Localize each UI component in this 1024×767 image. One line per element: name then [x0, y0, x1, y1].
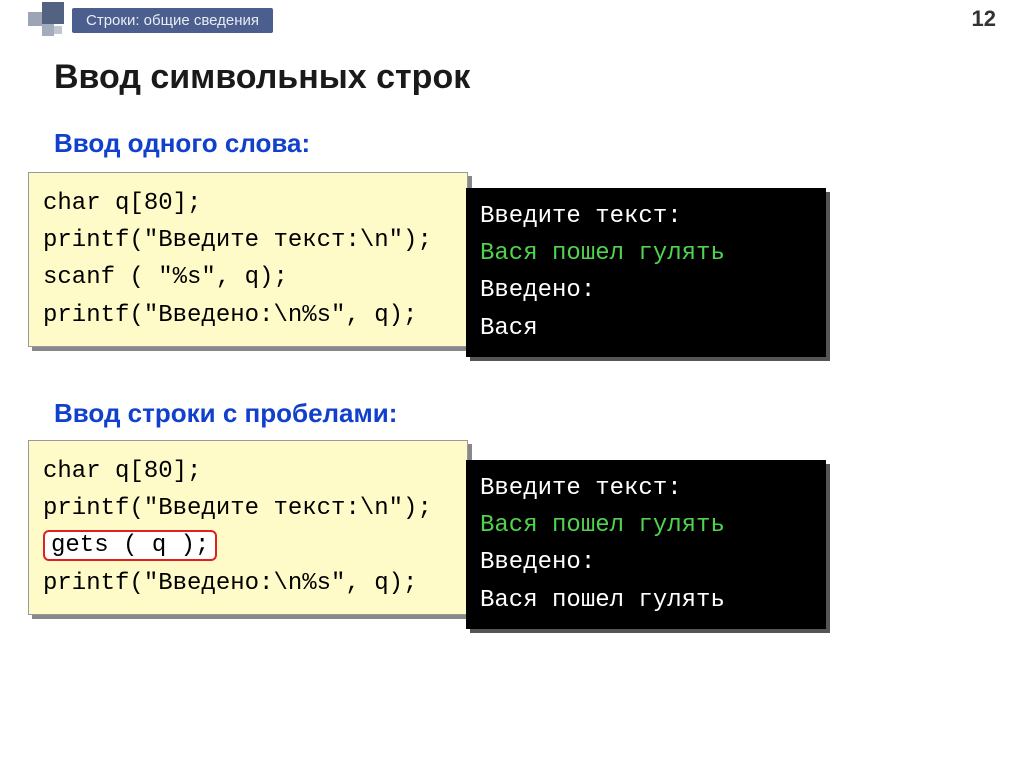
- code-block-2: char q[80]; printf("Введите текст:\n"); …: [28, 440, 468, 615]
- terminal-line: Вася: [480, 310, 812, 347]
- page-title: Ввод символьных строк: [54, 58, 470, 97]
- highlighted-gets: gets ( q );: [43, 530, 217, 561]
- code-line: printf("Введено:\n%s", q);: [43, 297, 453, 334]
- terminal-line: Введено:: [480, 272, 812, 309]
- code-line: char q[80];: [43, 453, 453, 490]
- terminal-line: Введите текст:: [480, 470, 812, 507]
- terminal-output-1: Введите текст: Вася пошел гулять Введено…: [466, 188, 826, 357]
- terminal-output-2: Введите текст: Вася пошел гулять Введено…: [466, 460, 826, 629]
- terminal-line: Вася пошел гулять: [480, 582, 812, 619]
- terminal-user-input: Вася пошел гулять: [480, 235, 812, 272]
- terminal-line: Введите текст:: [480, 198, 812, 235]
- page-number: 12: [972, 6, 996, 32]
- code-line: gets ( q );: [43, 527, 453, 564]
- section2-heading: Ввод строки с пробелами:: [54, 398, 397, 429]
- top-bar: Строки: общие сведения 12: [0, 0, 1024, 40]
- bullet-squares-icon: [28, 2, 64, 38]
- terminal-user-input: Вася пошел гулять: [480, 507, 812, 544]
- code-line: char q[80];: [43, 185, 453, 222]
- code-line: printf("Введено:\n%s", q);: [43, 565, 453, 602]
- code-line: printf("Введите текст:\n");: [43, 490, 453, 527]
- code-line: scanf ( "%s", q);: [43, 259, 453, 296]
- breadcrumb: Строки: общие сведения: [72, 8, 273, 33]
- section1-heading: Ввод одного слова:: [54, 128, 310, 159]
- code-line: printf("Введите текст:\n");: [43, 222, 453, 259]
- code-block-1: char q[80]; printf("Введите текст:\n"); …: [28, 172, 468, 347]
- terminal-line: Введено:: [480, 544, 812, 581]
